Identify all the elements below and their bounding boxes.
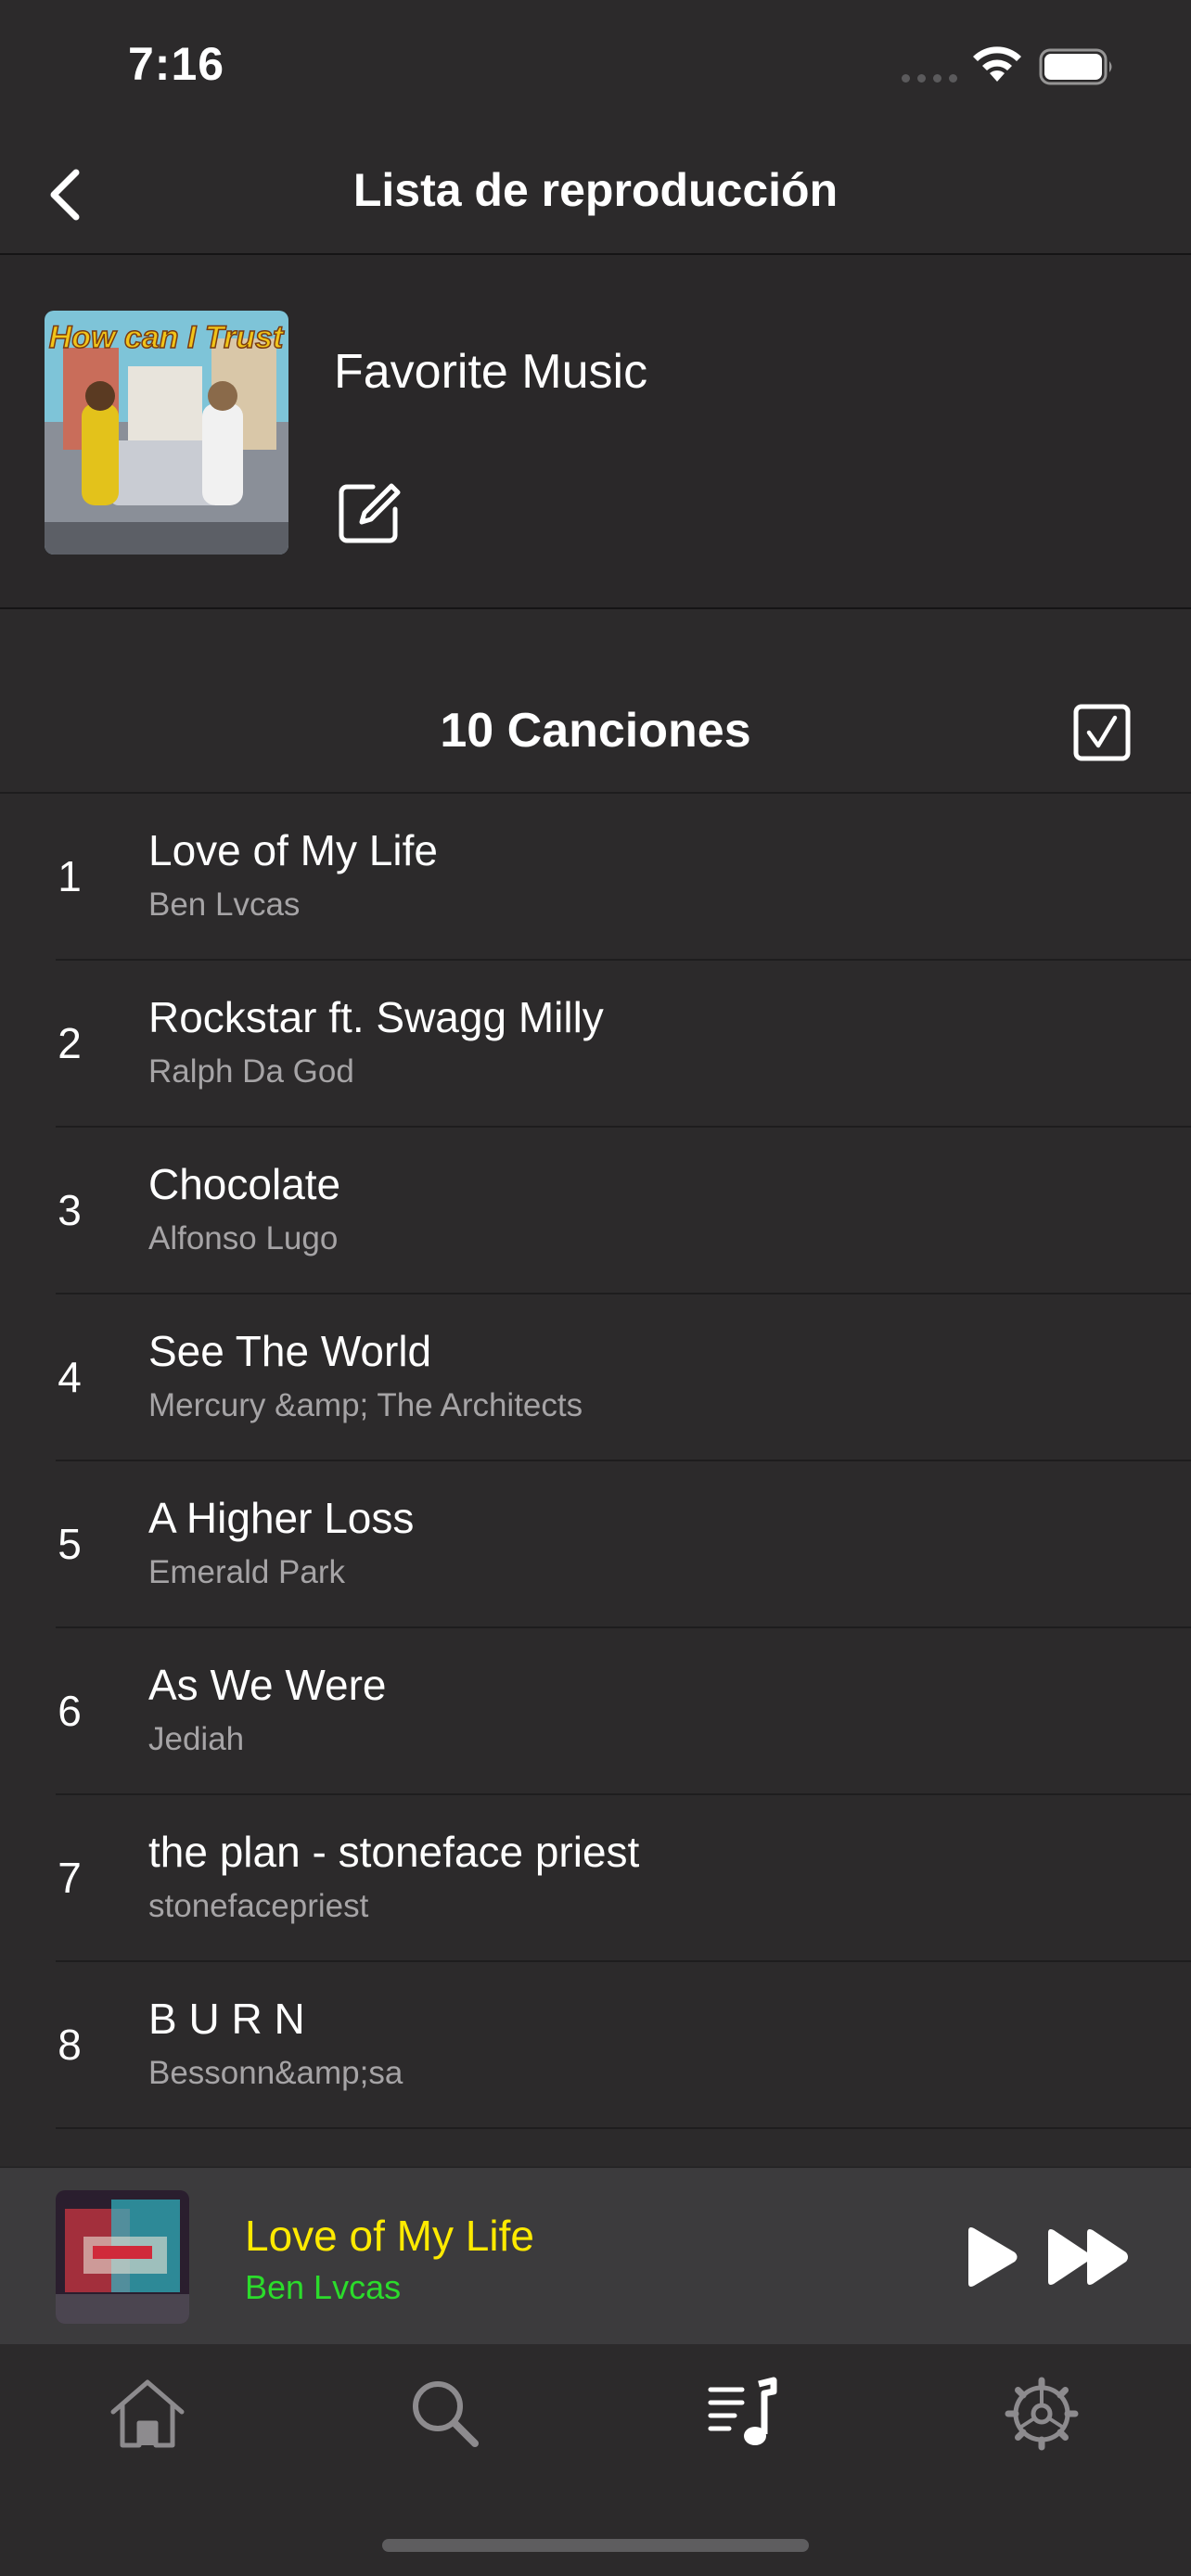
song-row[interactable]: 4 See The World Mercury &amp; The Archit… [0,1294,1191,1461]
now-playing-title: Love of My Life [245,2212,534,2260]
song-artist: Ben Lvcas [148,886,301,923]
now-playing-artist: Ben Lvcas [245,2268,402,2306]
navigation-bar: Lista de reproducción [0,139,1191,254]
home-icon [110,2379,185,2448]
song-artist: Emerald Park [148,1554,346,1590]
song-artist: Mercury &amp; The Architects [148,1387,583,1423]
tab-playlist[interactable] [693,2363,795,2465]
song-title: Rockstar ft. Swagg Milly [148,993,604,1041]
song-title: Chocolate [148,1160,341,1208]
app-screen: 7:16 Lista de reproducción How can I Tru… [0,0,1191,2576]
settings-icon [1005,2377,1079,2451]
song-artist: Jediah [148,1721,245,1757]
song-row[interactable]: 6 As We Were Jediah [0,1628,1191,1795]
now-playing-artwork [56,2190,189,2324]
wifi-icon [973,46,1021,82]
song-title: A Higher Loss [148,1494,415,1542]
song-number: 3 [58,1186,82,1234]
page-title: Lista de reproducción [352,164,839,216]
song-artist: Alfonso Lugo [148,1220,339,1256]
song-number: 8 [58,2021,82,2069]
tab-settings[interactable] [991,2363,1093,2465]
playlist-name: Favorite Music [334,345,648,399]
battery-icon [1039,48,1112,85]
song-row[interactable]: 1 Love of My Life Ben Lvcas [0,794,1191,961]
songs-count: 10 Canciones [440,704,751,758]
songs-header: 10 Canciones [0,668,1191,794]
next-track-button[interactable] [1044,2224,1133,2290]
song-title: Love of My Life [148,826,438,874]
play-button[interactable] [961,2224,1020,2290]
song-artist: Bessonn&amp;sa [148,2055,403,2091]
song-title: the plan - stoneface priest [148,1828,640,1876]
song-artist: Ralph Da God [148,1053,354,1090]
svg-text:How can I Trust: How can I Trust [49,320,285,355]
select-songs-button[interactable] [1072,703,1132,762]
album-cover-art[interactable]: How can I Trust [45,311,288,555]
playlist-icon [708,2377,777,2445]
song-row[interactable]: 8 B U R N Bessonn&amp;sa [0,1962,1191,2129]
song-number: 4 [58,1353,82,1401]
song-number: 5 [58,1520,82,1568]
song-row[interactable]: 2 Rockstar ft. Swagg Milly Ralph Da God [0,961,1191,1128]
checkbox-checked-icon [1073,704,1131,761]
tab-home[interactable] [96,2363,198,2465]
edit-playlist-button[interactable] [336,478,404,546]
play-icon [968,2227,1018,2287]
song-number: 6 [58,1687,82,1735]
song-number: 7 [58,1854,82,1902]
song-artist: stonefacepriest [148,1888,369,1924]
song-number: 1 [58,852,82,900]
cellular-dots-icon [902,74,957,83]
song-list: 1 Love of My Life Ben Lvcas 2 Rockstar f… [0,794,1191,2168]
song-title: B U R N [148,1995,305,2043]
now-playing-bar[interactable]: Love of My Life Ben Lvcas [0,2166,1191,2344]
status-time: 7:16 [128,38,225,90]
edit-icon [339,483,401,543]
status-bar: 7:16 [0,0,1191,139]
search-icon [413,2381,479,2447]
tab-search[interactable] [394,2363,496,2465]
song-row[interactable]: 7 the plan - stoneface priest stonefacep… [0,1795,1191,1962]
song-title: As We Were [148,1661,387,1709]
song-row[interactable]: 5 A Higher Loss Emerald Park [0,1461,1191,1628]
song-number: 2 [58,1019,82,1067]
playlist-header: How can I Trust Favorite Music [0,253,1191,609]
song-row[interactable]: 3 Chocolate Alfonso Lugo [0,1128,1191,1294]
fast-forward-icon [1048,2229,1128,2285]
home-indicator [382,2539,809,2552]
song-title: See The World [148,1327,432,1375]
